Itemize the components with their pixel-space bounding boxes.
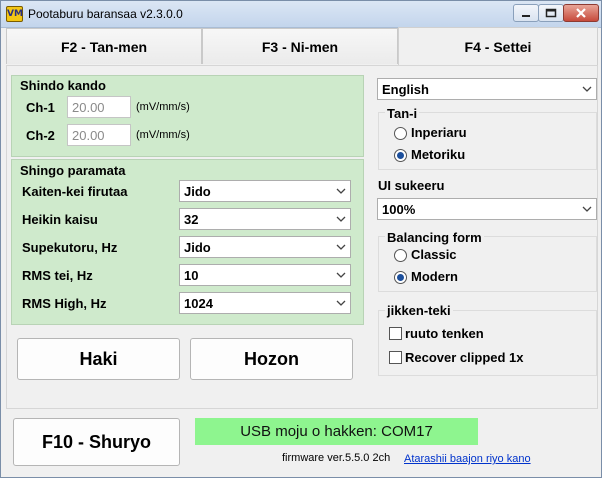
language-select[interactable]: English <box>377 78 597 100</box>
chevron-down-icon <box>336 188 346 194</box>
sensitivity-group: Shindo kando Ch-1 20.00 (mV/mm/s) Ch-2 2… <box>11 75 364 157</box>
balancing-classic-radio[interactable] <box>394 249 407 262</box>
units-imperial-radio[interactable] <box>394 127 407 140</box>
averaging-value: 32 <box>184 212 199 227</box>
chevron-down-icon <box>582 86 592 92</box>
maximize-button[interactable] <box>538 4 564 22</box>
root-check-checkbox[interactable] <box>389 327 402 340</box>
root-check-label[interactable]: ruuto tenken <box>405 326 484 341</box>
tab-ni-men[interactable]: F3 - Ni-men <box>202 28 398 64</box>
units-metric-label[interactable]: Metoriku <box>411 147 465 162</box>
recover-clipped-label[interactable]: Recover clipped 1x <box>405 350 524 365</box>
spectrum-label: Supekutoru, Hz <box>22 240 118 255</box>
tab-bar: F2 - Tan-men F3 - Ni-men F4 - Settei <box>6 27 598 66</box>
signal-params-group: Shingo paramata Kaiten-kei firutaa Jido … <box>11 159 364 325</box>
ch1-label: Ch-1 <box>26 100 55 115</box>
app-icon: VM <box>6 6 23 22</box>
spectrum-value: Jido <box>184 240 211 255</box>
tab-tan-men[interactable]: F2 - Tan-men <box>6 28 202 64</box>
app-window: VM Pootaburu baransaa v2.3.0.0 F2 - Tan-… <box>0 0 602 478</box>
ui-scale-select[interactable]: 100% <box>377 198 597 220</box>
rms-low-value: 10 <box>184 268 199 283</box>
tab-settei[interactable]: F4 - Settei <box>398 27 598 66</box>
minimize-button[interactable] <box>513 4 539 22</box>
new-version-link[interactable]: Atarashii baajon riyo kano <box>404 453 531 465</box>
close-button[interactable] <box>563 4 599 22</box>
chevron-down-icon <box>336 300 346 306</box>
ch1-unit: (mV/mm/s) <box>136 101 190 113</box>
spectrum-select[interactable]: Jido <box>179 236 351 258</box>
ch2-sensitivity-field[interactable]: 20.00 <box>67 124 131 146</box>
window-title: Pootaburu baransaa v2.3.0.0 <box>28 7 183 21</box>
chevron-down-icon <box>336 272 346 278</box>
maximize-icon <box>545 8 557 18</box>
ui-scale-value: 100% <box>382 202 416 217</box>
rotor-filter-select[interactable]: Jido <box>179 180 351 202</box>
usb-status-banner: USB moju o hakken: COM17 <box>195 418 478 445</box>
ch1-sensitivity-field[interactable]: 20.00 <box>67 96 131 118</box>
experimental-group <box>378 310 597 376</box>
chevron-down-icon <box>336 216 346 222</box>
discard-button[interactable]: Haki <box>17 338 180 380</box>
rms-low-select[interactable]: 10 <box>179 264 351 286</box>
rotor-filter-label: Kaiten-kei firutaa <box>22 184 128 199</box>
units-title: Tan-i <box>385 106 420 121</box>
ch2-label: Ch-2 <box>26 128 55 143</box>
close-icon <box>576 8 586 18</box>
signal-params-title: Shingo paramata <box>20 163 126 178</box>
rms-low-label: RMS tei, Hz <box>22 268 93 283</box>
rotor-filter-value: Jido <box>184 184 211 199</box>
minimize-icon <box>522 15 530 17</box>
exit-button[interactable]: F10 - Shuryo <box>13 418 180 466</box>
chevron-down-icon <box>582 206 592 212</box>
units-metric-radio[interactable] <box>394 149 407 162</box>
sensitivity-title: Shindo kando <box>20 78 106 93</box>
experimental-title: jikken-teki <box>385 303 453 318</box>
firmware-version: firmware ver.5.5.0 2ch <box>282 452 391 464</box>
save-button[interactable]: Hozon <box>190 338 353 380</box>
units-imperial-label[interactable]: Inperiaru <box>411 125 467 140</box>
averaging-label: Heikin kaisu <box>22 212 98 227</box>
averaging-select[interactable]: 32 <box>179 208 351 230</box>
language-value: English <box>382 82 429 97</box>
recover-clipped-checkbox[interactable] <box>389 351 402 364</box>
rms-high-label: RMS High, Hz <box>22 296 107 311</box>
balancing-modern-label[interactable]: Modern <box>411 269 458 284</box>
rms-high-select[interactable]: 1024 <box>179 292 351 314</box>
balancing-form-title: Balancing form <box>385 230 484 245</box>
ch2-unit: (mV/mm/s) <box>136 129 190 141</box>
rms-high-value: 1024 <box>184 296 213 311</box>
title-bar[interactable]: VM Pootaburu baransaa v2.3.0.0 <box>1 1 601 28</box>
chevron-down-icon <box>336 244 346 250</box>
balancing-modern-radio[interactable] <box>394 271 407 284</box>
ui-scale-label: UI sukeeru <box>378 178 445 193</box>
balancing-classic-label[interactable]: Classic <box>411 247 457 262</box>
